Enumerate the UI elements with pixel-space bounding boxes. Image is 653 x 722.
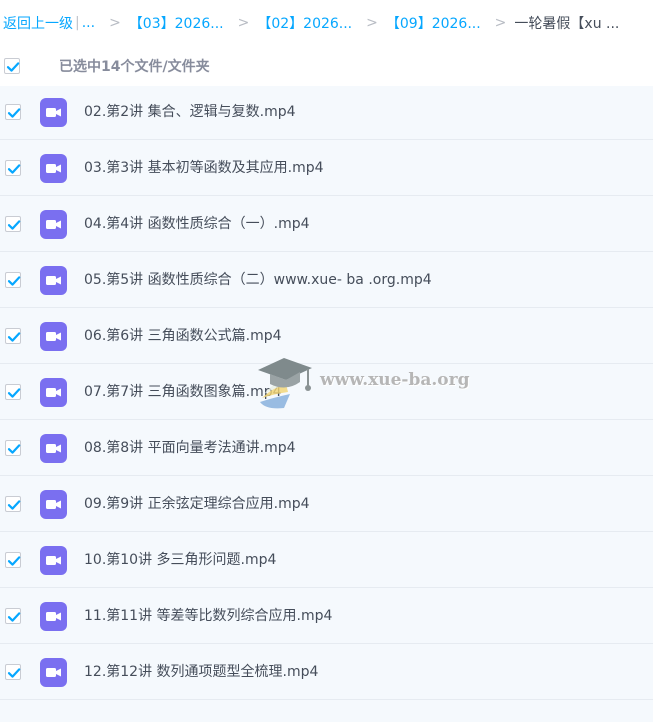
breadcrumb-item-2[interactable]: 【02】2026... [257,13,352,33]
chevron-right-icon: > [237,15,250,31]
file-name[interactable]: 03.第3讲 基本初等函数及其应用.mp4 [84,140,324,196]
video-file-icon [40,154,67,183]
checkmark-icon [7,500,21,510]
row-checkbox[interactable] [5,384,21,400]
checkmark-icon [7,332,21,342]
checkmark-icon [6,62,20,72]
checkmark-icon [7,388,21,398]
row-checkbox[interactable] [5,608,21,624]
video-file-icon [40,602,67,631]
file-row[interactable]: 07.第7讲 三角函数图象篇.mp4 [0,364,653,420]
video-file-icon [40,266,67,295]
file-name[interactable]: 10.第10讲 多三角形问题.mp4 [84,532,276,588]
row-checkbox[interactable] [5,440,21,456]
breadcrumb-current: 一轮暑假【xu ... [514,16,620,32]
row-checkbox[interactable] [5,664,21,680]
file-name[interactable]: 12.第12讲 数列通项题型全梳理.mp4 [84,644,318,700]
row-checkbox[interactable] [5,496,21,512]
row-checkbox[interactable] [5,216,21,232]
file-row[interactable]: 06.第6讲 三角函数公式篇.mp4 [0,308,653,364]
checkmark-icon [7,556,21,566]
file-row[interactable]: 04.第4讲 函数性质综合（一）.mp4 [0,196,653,252]
breadcrumb-ellipsis[interactable]: ... [82,15,95,31]
breadcrumb-separator: | [75,15,80,31]
checkmark-icon [7,612,21,622]
select-all-checkbox[interactable] [4,58,20,74]
checkmark-icon [7,276,21,286]
checkmark-icon [7,108,21,118]
file-name[interactable]: 09.第9讲 正余弦定理综合应用.mp4 [84,476,310,532]
checkmark-icon [7,444,21,454]
breadcrumb-item-1[interactable]: 【03】2026... [129,13,224,33]
file-list-rows: 01.第1讲 不等式解法全梳理.mp402.第2讲 集合、逻辑与复数.mp403… [0,86,653,700]
chevron-right-icon: > [109,15,121,31]
video-file-icon [40,658,67,687]
row-checkbox[interactable] [5,272,21,288]
breadcrumb: 返回上一级 | ... > 【03】2026... > 【02】2026... … [0,0,653,46]
selection-count-label: 已选中14个文件/文件夹 [59,59,210,75]
file-name[interactable]: 02.第2讲 集合、逻辑与复数.mp4 [84,86,296,140]
video-file-icon [40,210,67,239]
file-row[interactable]: 03.第3讲 基本初等函数及其应用.mp4 [0,140,653,196]
row-checkbox[interactable] [5,104,21,120]
breadcrumb-item-3[interactable]: 【09】2026... [386,13,481,33]
file-name[interactable]: 04.第4讲 函数性质综合（一）.mp4 [84,196,310,252]
video-file-icon [40,322,67,351]
file-row[interactable]: 09.第9讲 正余弦定理综合应用.mp4 [0,476,653,532]
file-row[interactable]: 11.第11讲 等差等比数列综合应用.mp4 [0,588,653,644]
row-checkbox[interactable] [5,328,21,344]
back-link[interactable]: 返回上一级 [3,13,73,33]
video-file-icon [40,98,67,127]
file-name[interactable]: 08.第8讲 平面向量考法通讲.mp4 [84,420,296,476]
row-checkbox[interactable] [5,160,21,176]
chevron-right-icon: > [366,15,378,31]
chevron-right-icon: > [494,15,507,31]
row-checkbox[interactable] [5,552,21,568]
checkmark-icon [7,668,21,678]
video-file-icon [40,546,67,575]
video-file-icon [40,434,67,463]
selection-bar: 已选中14个文件/文件夹 [0,46,653,86]
file-name[interactable]: 07.第7讲 三角函数图象篇.mp4 [84,364,282,420]
file-name[interactable]: 11.第11讲 等差等比数列综合应用.mp4 [84,588,332,644]
file-name[interactable]: 05.第5讲 函数性质综合（二）www.xue- ba .org.mp4 [84,252,432,308]
checkmark-icon [7,220,21,230]
file-row[interactable]: 08.第8讲 平面向量考法通讲.mp4 [0,420,653,476]
file-row[interactable]: 05.第5讲 函数性质综合（二）www.xue- ba .org.mp4 [0,252,653,308]
file-row[interactable]: 02.第2讲 集合、逻辑与复数.mp4 [0,86,653,140]
video-file-icon [40,490,67,519]
file-list[interactable]: 01.第1讲 不等式解法全梳理.mp402.第2讲 集合、逻辑与复数.mp403… [0,86,653,722]
checkmark-icon [7,164,21,174]
file-row[interactable]: 12.第12讲 数列通项题型全梳理.mp4 [0,644,653,700]
file-name[interactable]: 06.第6讲 三角函数公式篇.mp4 [84,308,282,364]
video-file-icon [40,378,67,407]
file-row[interactable]: 10.第10讲 多三角形问题.mp4 [0,532,653,588]
